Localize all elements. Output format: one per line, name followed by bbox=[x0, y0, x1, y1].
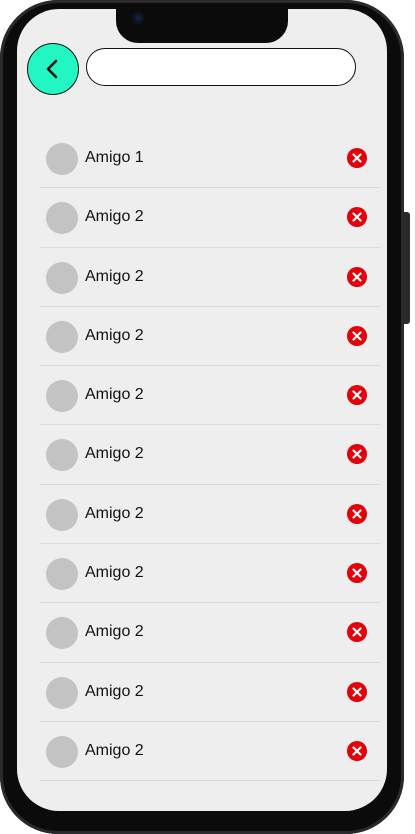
close-icon bbox=[352, 449, 362, 460]
remove-friend-button[interactable] bbox=[347, 563, 367, 584]
remove-friend-button[interactable] bbox=[347, 503, 367, 524]
friend-row: Amigo 2 bbox=[40, 544, 380, 604]
friend-row: Amigo 2 bbox=[40, 722, 380, 782]
avatar bbox=[46, 320, 78, 353]
close-icon bbox=[352, 687, 362, 697]
friend-row: Amigo 2 bbox=[40, 485, 380, 545]
remove-friend-button[interactable] bbox=[347, 266, 367, 287]
power-button bbox=[404, 212, 410, 324]
friend-row: Amigo 2 bbox=[40, 603, 380, 663]
friend-row: Amigo 2 bbox=[40, 307, 380, 367]
remove-friend-button[interactable] bbox=[347, 740, 367, 761]
remove-friend-button[interactable] bbox=[347, 207, 367, 228]
friend-row: Amigo 2 bbox=[40, 188, 380, 248]
friend-name: Amigo 2 bbox=[85, 208, 144, 226]
friend-row: Amigo 2 bbox=[40, 425, 380, 485]
notch bbox=[116, 9, 288, 43]
remove-friend-button[interactable] bbox=[347, 148, 367, 168]
close-icon bbox=[352, 212, 362, 222]
avatar bbox=[46, 498, 78, 531]
friend-row: Amigo 2 bbox=[40, 663, 380, 722]
friend-name: Amigo 2 bbox=[85, 741, 144, 759]
avatar bbox=[46, 261, 78, 294]
close-icon bbox=[352, 331, 362, 341]
app-screen: Amigo 1 Amigo 2 Amigo 2 Amigo 2 Amigo 2 Amigo… bbox=[17, 9, 387, 811]
remove-friend-button[interactable] bbox=[347, 325, 367, 346]
close-icon bbox=[352, 627, 362, 637]
remove-friend-button[interactable] bbox=[347, 444, 367, 465]
remove-friend-button[interactable] bbox=[347, 385, 367, 406]
close-icon bbox=[352, 271, 362, 282]
close-icon bbox=[352, 568, 362, 578]
close-icon bbox=[352, 746, 362, 756]
avatar bbox=[46, 380, 78, 413]
close-icon bbox=[352, 509, 362, 519]
friend-row: Amigo 1 bbox=[40, 129, 380, 189]
avatar bbox=[46, 676, 78, 709]
remove-friend-button[interactable] bbox=[347, 681, 367, 702]
friend-name: Amigo 2 bbox=[85, 326, 144, 344]
friend-list: Amigo 1 Amigo 2 Amigo 2 Amigo 2 Amigo 2 Amigo… bbox=[40, 129, 380, 782]
close-icon bbox=[352, 390, 362, 400]
front-camera-icon bbox=[132, 12, 144, 24]
avatar bbox=[46, 617, 78, 650]
search-input[interactable] bbox=[86, 48, 356, 86]
phone-device: Amigo 1 Amigo 2 Amigo 2 Amigo 2 Amigo 2 Amigo… bbox=[0, 0, 415, 834]
avatar bbox=[46, 558, 78, 591]
friend-name: Amigo 2 bbox=[85, 504, 144, 522]
friend-name: Amigo 2 bbox=[85, 445, 144, 463]
friend-row: Amigo 2 bbox=[40, 366, 380, 426]
friend-name: Amigo 2 bbox=[85, 386, 144, 404]
friend-name: Amigo 1 bbox=[85, 149, 144, 166]
back-button[interactable] bbox=[27, 43, 79, 95]
friend-row: Amigo 2 bbox=[40, 248, 380, 307]
friend-name: Amigo 2 bbox=[85, 564, 144, 582]
chevron-left-icon bbox=[46, 59, 58, 79]
avatar bbox=[46, 735, 78, 768]
friend-name: Amigo 2 bbox=[85, 267, 144, 285]
avatar bbox=[46, 439, 78, 472]
friend-name: Amigo 2 bbox=[85, 682, 144, 700]
close-icon bbox=[352, 153, 362, 163]
avatar bbox=[46, 143, 78, 175]
avatar bbox=[46, 202, 78, 235]
remove-friend-button[interactable] bbox=[347, 622, 367, 643]
friend-name: Amigo 2 bbox=[85, 623, 144, 641]
